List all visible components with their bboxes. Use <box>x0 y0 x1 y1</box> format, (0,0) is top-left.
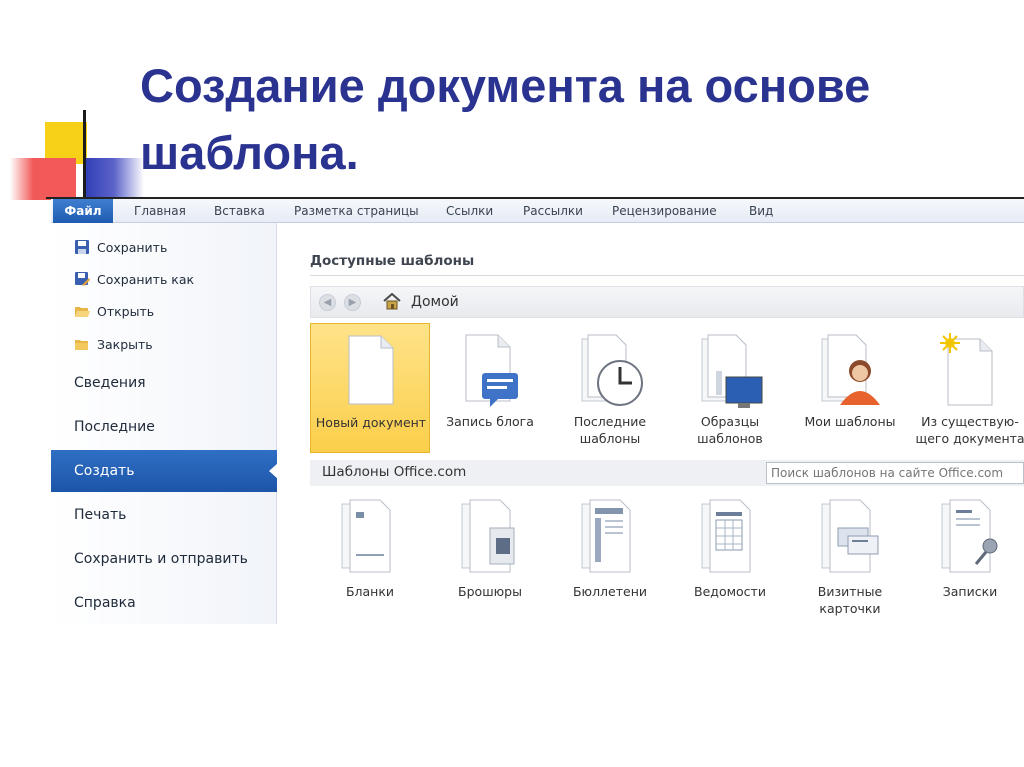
tab-mailings[interactable]: Рассылки <box>523 199 583 223</box>
office-template-forms[interactable]: Бланки <box>310 498 430 618</box>
statements-icon <box>701 499 751 573</box>
tab-page-layout[interactable]: Разметка страницы <box>294 199 419 223</box>
blank-document-icon <box>348 335 394 405</box>
template-my[interactable]: Мои шаблоны <box>790 323 910 453</box>
template-label: Из существую- щего документа <box>915 414 1024 446</box>
brochures-icon <box>461 499 515 573</box>
from-existing-icon <box>940 333 993 406</box>
office-templates-label: Шаблоны Office.com <box>322 464 467 480</box>
tab-insert[interactable]: Вставка <box>214 199 265 223</box>
office-search-input[interactable] <box>766 462 1024 484</box>
nav-help[interactable]: Справка <box>51 582 277 624</box>
templates-navbar: ◀ ▶ Домой <box>310 286 1024 318</box>
save-as-icon <box>73 270 91 288</box>
memos-icon <box>941 499 998 573</box>
template-label: Запись блога <box>446 414 534 429</box>
save-label: Сохранить <box>97 239 168 255</box>
open-command[interactable]: Открыть <box>73 301 154 321</box>
section-title: Доступные шаблоны <box>310 253 475 269</box>
template-label: Новый документ <box>315 415 427 430</box>
office-template-business-cards[interactable]: Визитные карточки <box>790 498 910 618</box>
office-template-memos[interactable]: Записки <box>910 498 1024 618</box>
blog-post-icon <box>465 334 518 407</box>
sample-templates-icon <box>701 334 763 408</box>
nav-recent[interactable]: Последние <box>51 406 277 448</box>
template-label: Мои шаблоны <box>804 414 896 429</box>
recent-templates-icon <box>581 334 643 406</box>
office-template-label: Визитные карточки <box>817 584 883 616</box>
home-label[interactable]: Домой <box>411 294 459 310</box>
nav-save-send[interactable]: Сохранить и отправить <box>51 538 277 580</box>
my-templates-icon <box>821 334 880 405</box>
template-label: Последние шаблоны <box>573 414 647 446</box>
slide-title: Создание документа на основе шаблона. <box>140 59 871 179</box>
business-cards-icon <box>821 499 879 573</box>
office-template-label: Бланки <box>345 584 395 599</box>
save-icon <box>73 238 91 256</box>
home-icon[interactable] <box>383 292 401 314</box>
close-command[interactable]: Закрыть <box>73 334 153 354</box>
nav-print[interactable]: Печать <box>51 494 277 536</box>
tab-review[interactable]: Рецензирование <box>612 199 717 223</box>
forward-arrow-icon[interactable]: ▶ <box>344 294 361 311</box>
open-folder-icon <box>73 302 91 320</box>
nav-info[interactable]: Сведения <box>51 362 277 404</box>
template-samples[interactable]: Образцы шаблонов <box>670 323 790 453</box>
office-template-label: Брошюры <box>458 584 522 599</box>
office-template-label: Записки <box>942 584 998 599</box>
save-as-command[interactable]: Сохранить как <box>73 269 194 289</box>
backstage-nav: Сохранить Сохранить как Открыть Закрыть … <box>51 223 278 624</box>
deco-blue-bar <box>84 158 144 198</box>
ribbon-tabs: Файл Главная Вставка Разметка страницы С… <box>51 199 1024 223</box>
save-as-label: Сохранить как <box>97 271 195 287</box>
close-folder-icon <box>73 335 91 353</box>
save-command[interactable]: Сохранить <box>73 237 167 257</box>
forms-icon <box>341 499 391 573</box>
open-label: Открыть <box>97 303 155 319</box>
tab-references[interactable]: Ссылки <box>446 199 493 223</box>
template-label: Образцы шаблонов <box>697 414 763 446</box>
divider <box>310 275 1024 276</box>
deco-vertical-line <box>83 110 86 203</box>
template-blog-post[interactable]: Запись блога <box>430 323 550 453</box>
tab-home[interactable]: Главная <box>134 199 186 223</box>
office-template-label: Ведомости <box>694 584 766 599</box>
tab-file[interactable]: Файл <box>53 199 113 223</box>
nav-new[interactable]: Создать <box>51 450 278 492</box>
template-blank-document[interactable]: Новый документ <box>310 323 430 453</box>
office-templates-bar: Шаблоны Office.com <box>310 460 1024 486</box>
template-recent[interactable]: Последние шаблоны <box>550 323 670 453</box>
deco-red-bar <box>10 158 76 200</box>
template-from-existing[interactable]: Из существую- щего документа <box>910 323 1024 453</box>
office-template-newsletters[interactable]: Бюллетени <box>550 498 670 618</box>
office-template-statements[interactable]: Ведомости <box>670 498 790 618</box>
close-label: Закрыть <box>97 336 153 352</box>
back-arrow-icon[interactable]: ◀ <box>319 294 336 311</box>
office-template-brochures[interactable]: Брошюры <box>430 498 550 618</box>
tab-view[interactable]: Вид <box>749 199 773 223</box>
newsletters-icon <box>581 499 631 573</box>
office-template-label: Бюллетени <box>572 584 648 599</box>
templates-pane: Доступные шаблоны ◀ ▶ Домой Новый докуме… <box>278 223 1024 624</box>
